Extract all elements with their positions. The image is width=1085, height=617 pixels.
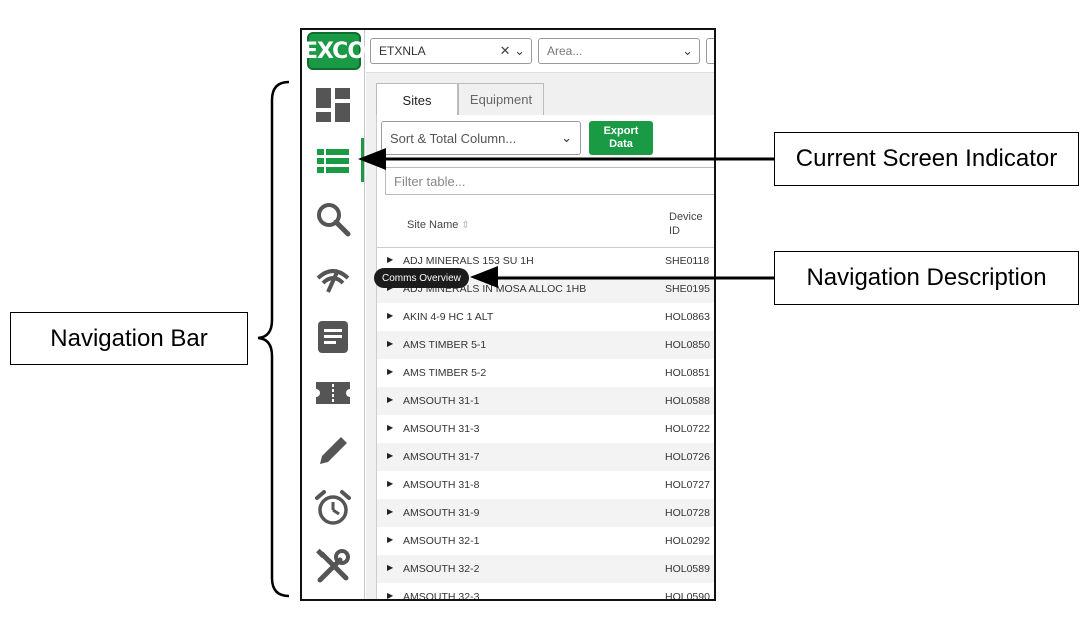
- site-name-cell: AMSOUTH 32-2: [403, 563, 480, 575]
- pencil-icon[interactable]: [302, 426, 364, 476]
- app-window: EXCO Comms Overview ETXNLA ✕ ⌄ Area... ⌄…: [300, 28, 716, 601]
- expand-row-icon[interactable]: ▶: [387, 311, 393, 320]
- report-icon[interactable]: [302, 312, 364, 362]
- device-id-cell: HOL0722: [665, 423, 710, 435]
- column-header-site-name[interactable]: Site Name ⇕: [407, 219, 470, 231]
- export-button-line2: Data: [609, 138, 633, 150]
- table-row[interactable]: ▶ AMSOUTH 31-9 HOL0728: [377, 499, 714, 527]
- table-row[interactable]: ▶ AMSOUTH 32-2 HOL0589: [377, 555, 714, 583]
- expand-row-icon[interactable]: ▶: [387, 591, 393, 599]
- table-row[interactable]: ▶ AMSOUTH 31-8 HOL0727: [377, 471, 714, 499]
- site-name-cell: AMSOUTH 32-3: [403, 591, 480, 601]
- ticket-icon[interactable]: [302, 368, 364, 418]
- site-name-cell: AMS TIMBER 5-1: [403, 339, 487, 351]
- exco-logo: EXCO: [303, 32, 366, 70]
- filter-table-input[interactable]: Filter table...: [385, 167, 714, 195]
- navigation-bar: EXCO: [302, 30, 366, 599]
- expand-row-icon[interactable]: ▶: [387, 339, 393, 348]
- device-id-cell: SHE0195: [665, 283, 710, 295]
- device-id-cell: HOL0728: [665, 507, 710, 519]
- comms-icon[interactable]: [302, 252, 364, 302]
- table-row[interactable]: ▶ AMS TIMBER 5-1 HOL0850: [377, 331, 714, 359]
- device-id-cell: SHE0118: [665, 255, 710, 267]
- current-screen-indicator-callout: Current Screen Indicator: [774, 132, 1079, 186]
- table-row[interactable]: ▶ AMSOUTH 32-1 HOL0292: [377, 527, 714, 555]
- navigation-description-callout: Navigation Description: [774, 251, 1079, 305]
- search-icon[interactable]: [302, 194, 364, 244]
- table-row[interactable]: ▶ AKIN 4-9 HC 1 ALT HOL0863: [377, 303, 714, 331]
- site-name-cell: ADJ MINERALS 153 SU 1H: [403, 255, 534, 267]
- sites-panel: Sort & Total Column... ⌄ Export Data Filt…: [376, 115, 714, 599]
- site-name-cell: AMS TIMBER 5-2: [403, 367, 487, 379]
- expand-row-icon[interactable]: ▶: [387, 507, 393, 516]
- device-id-cell: HOL0851: [665, 367, 710, 379]
- expand-row-icon[interactable]: ▶: [387, 423, 393, 432]
- site-name-cell: AMSOUTH 32-1: [403, 535, 480, 547]
- sort-total-select-value: Sort & Total Column...: [390, 130, 517, 146]
- expand-row-icon[interactable]: ▶: [387, 563, 393, 572]
- tools-icon[interactable]: [302, 542, 364, 592]
- site-name-cell: AMSOUTH 31-8: [403, 479, 480, 491]
- location-select[interactable]: ETXNLA ✕ ⌄: [370, 38, 532, 64]
- table-body: ▶ADJ MINERALS 153 SU 1HSHE0118▶ADJ MINER…: [377, 247, 714, 601]
- chevron-down-icon[interactable]: ⌄: [682, 43, 693, 59]
- table-row[interactable]: ▶ AMSOUTH 31-1 HOL0588: [377, 387, 714, 415]
- site-name-cell: AMSOUTH 31-7: [403, 451, 480, 463]
- dashboard-icon[interactable]: [302, 80, 364, 130]
- nav-tooltip: Comms Overview: [374, 268, 469, 288]
- current-screen-indicator: [361, 138, 364, 182]
- site-name-cell: AMSOUTH 31-1: [403, 395, 480, 407]
- site-name-cell: AKIN 4-9 HC 1 ALT: [403, 311, 494, 323]
- device-id-cell: HOL0292: [665, 535, 710, 547]
- table-row[interactable]: ▶ AMSOUTH 31-7 HOL0726: [377, 443, 714, 471]
- tab-equipment[interactable]: Equipment: [458, 83, 544, 115]
- export-data-button[interactable]: Export Data: [589, 121, 653, 155]
- device-id-cell: HOL0588: [665, 395, 710, 407]
- device-id-cell: HOL0850: [665, 339, 710, 351]
- table-row[interactable]: ▶ AMSOUTH 32-3 HOL0590: [377, 583, 714, 601]
- top-bar: ETXNLA ✕ ⌄ Area... ⌄: [366, 30, 714, 72]
- expand-row-icon[interactable]: ▶: [387, 479, 393, 488]
- area-select[interactable]: Area... ⌄: [538, 38, 700, 64]
- sort-icon: ⇕: [461, 220, 470, 231]
- column-header-device-id[interactable]: Device ID: [669, 210, 703, 238]
- chevron-down-icon: ⌄: [561, 130, 572, 145]
- expand-row-icon[interactable]: ▶: [387, 395, 393, 404]
- area-select-placeholder: Area...: [547, 44, 583, 58]
- list-icon[interactable]: [302, 136, 364, 186]
- site-name-cell: AMSOUTH 31-9: [403, 507, 480, 519]
- tab-sites[interactable]: Sites: [376, 83, 458, 116]
- expand-row-icon[interactable]: ▶: [387, 367, 393, 376]
- export-button-line1: Export: [603, 125, 639, 137]
- device-id-cell: HOL0726: [665, 451, 710, 463]
- extra-control[interactable]: [706, 38, 714, 64]
- table-row[interactable]: ▶ AMS TIMBER 5-2 HOL0851: [377, 359, 714, 387]
- device-id-cell: HOL0589: [665, 563, 710, 575]
- table-header: Site Name ⇕ Device ID: [377, 205, 714, 248]
- clear-chevron-icon[interactable]: ✕ ⌄: [500, 43, 525, 59]
- device-id-cell: HOL0863: [665, 311, 710, 323]
- alarm-clock-icon[interactable]: [302, 483, 364, 533]
- main-content: Sites Equipment Sort & Total Column... ⌄…: [366, 72, 714, 599]
- device-id-cell: HOL0727: [665, 479, 710, 491]
- expand-row-icon[interactable]: ▶: [387, 255, 393, 264]
- sort-total-select[interactable]: Sort & Total Column... ⌄: [381, 121, 581, 155]
- expand-row-icon[interactable]: ▶: [387, 451, 393, 460]
- site-name-cell: AMSOUTH 31-3: [403, 423, 480, 435]
- location-select-value: ETXNLA: [379, 44, 426, 58]
- device-id-cell: HOL0590: [665, 591, 710, 601]
- expand-row-icon[interactable]: ▶: [387, 535, 393, 544]
- table-row[interactable]: ▶ AMSOUTH 31-3 HOL0722: [377, 415, 714, 443]
- navigation-bar-callout: Navigation Bar: [10, 312, 248, 365]
